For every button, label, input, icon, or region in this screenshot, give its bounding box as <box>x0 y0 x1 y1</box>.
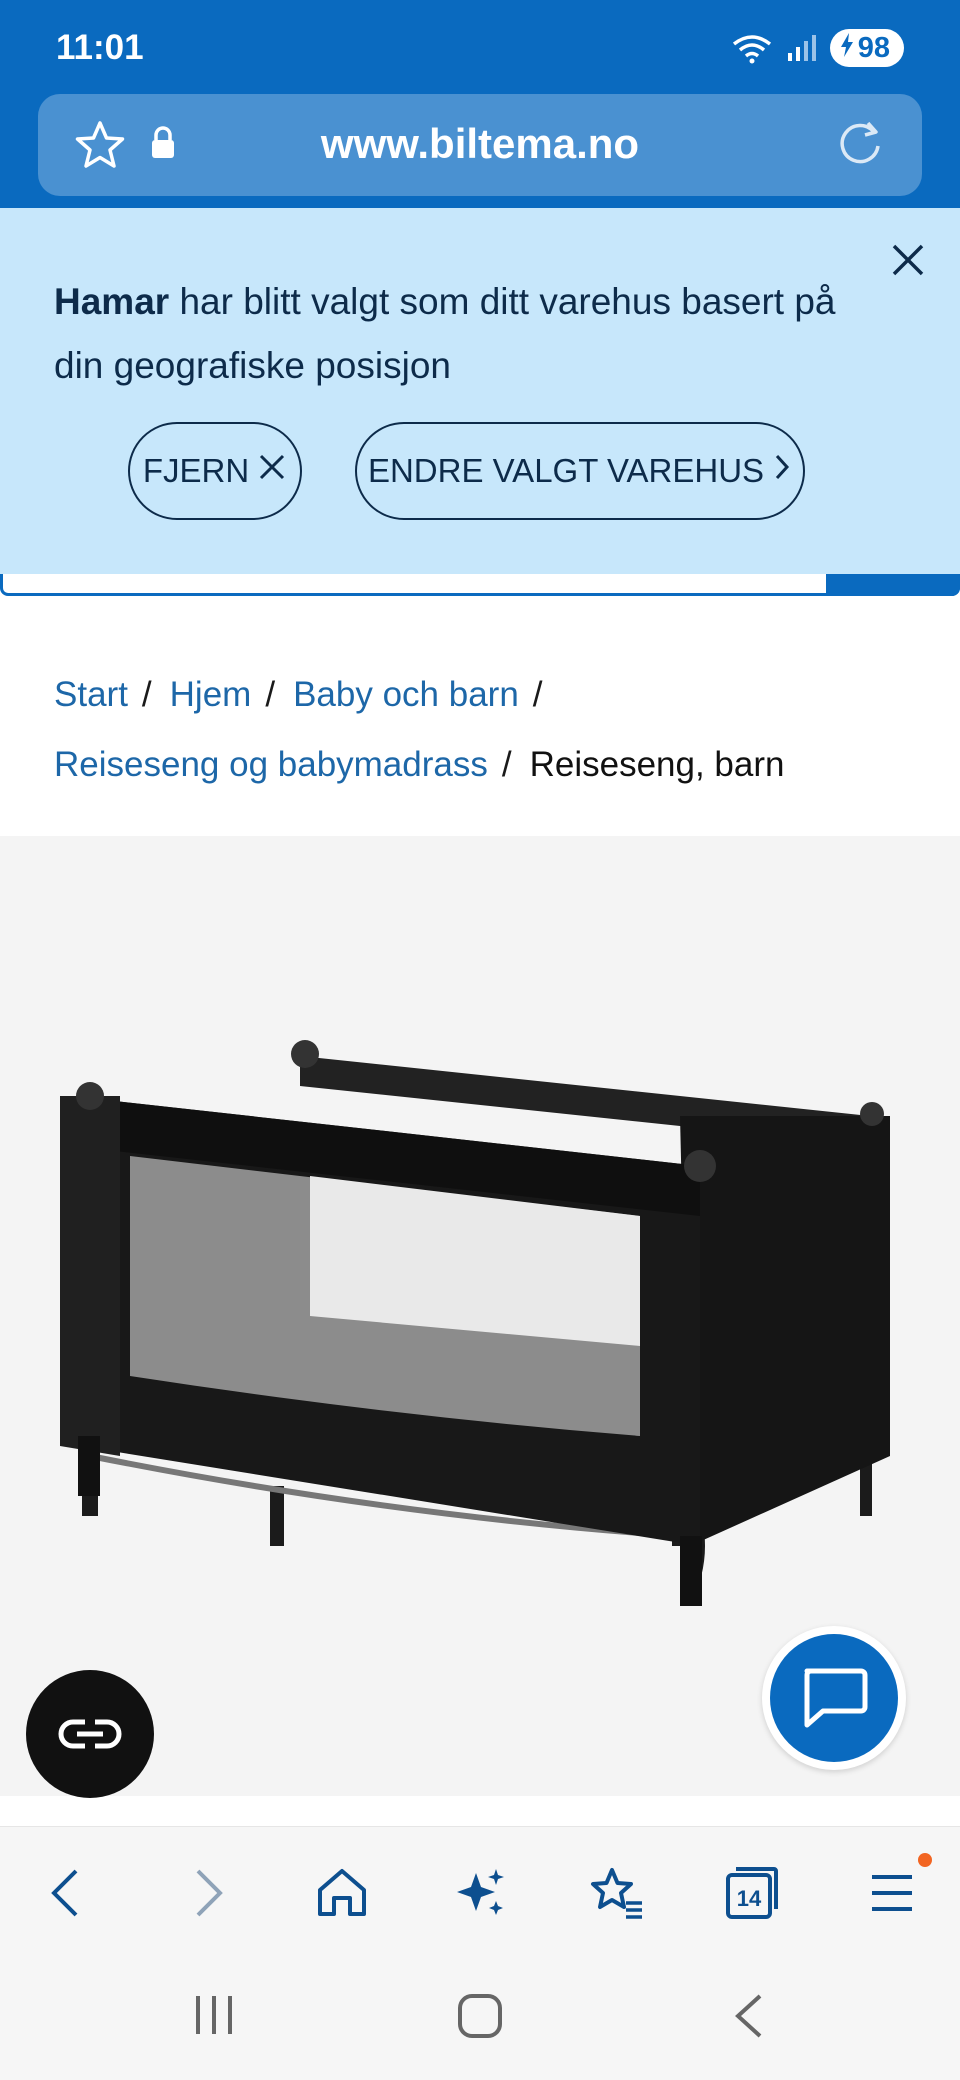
store-name: Hamar <box>54 281 170 322</box>
remove-store-label: FJERN <box>142 452 250 489</box>
breadcrumb-baby[interactable]: Baby och barn <box>293 675 519 714</box>
store-notice-message: har blitt valgt som ditt varehus basert … <box>54 281 836 386</box>
ai-sparkle-icon[interactable] <box>448 1861 512 1925</box>
battery-level: 98 <box>857 31 890 64</box>
search-bar[interactable] <box>0 574 960 596</box>
status-time: 11:01 <box>56 28 144 67</box>
signal-icon <box>786 33 816 63</box>
recent-apps-icon[interactable] <box>192 1992 236 2043</box>
wifi-icon <box>732 32 772 64</box>
charging-icon <box>840 32 854 65</box>
tabs-icon[interactable]: 14 <box>720 1861 784 1925</box>
status-icons: 98 <box>732 28 904 68</box>
breadcrumb-start[interactable]: Start <box>54 675 128 714</box>
forward-icon[interactable] <box>176 1861 240 1925</box>
system-navigation-bar <box>0 1956 960 2080</box>
breadcrumb-separator: / <box>265 675 276 714</box>
notification-dot <box>918 1853 932 1867</box>
close-icon <box>257 452 287 490</box>
breadcrumb-home[interactable]: Hjem <box>170 675 252 714</box>
chat-button[interactable] <box>762 1626 906 1770</box>
home-button-icon[interactable] <box>456 1992 504 2045</box>
home-icon[interactable] <box>310 1861 374 1925</box>
chat-icon <box>770 1634 898 1762</box>
breadcrumb-current: Reiseseng, barn <box>529 745 785 784</box>
store-notice-text: Hamar har blitt valgt som ditt varehus b… <box>54 270 874 398</box>
remove-store-button[interactable]: FJERN <box>128 422 302 520</box>
screen-capture-icon[interactable] <box>26 1670 154 1798</box>
change-store-button[interactable]: ENDRE VALGT VAREHUS <box>355 422 805 520</box>
change-store-label: ENDRE VALGT VAREHUS <box>367 452 765 489</box>
chevron-right-icon <box>772 452 792 490</box>
system-back-icon[interactable] <box>730 1992 766 2045</box>
bookmarks-icon[interactable] <box>584 1861 648 1925</box>
menu-icon[interactable] <box>860 1853 932 1925</box>
breadcrumb: Start / Hjem / Baby och barn / Reiseseng og ba… <box>54 660 934 800</box>
browser-bottom-nav: 14 <box>0 1826 960 1956</box>
breadcrumb-separator: / <box>501 745 512 784</box>
back-icon[interactable] <box>34 1861 98 1925</box>
store-notice-banner: Hamar har blitt valgt som ditt varehus b… <box>0 208 960 574</box>
travel-cot-image <box>60 1040 890 1606</box>
reload-icon[interactable] <box>834 118 886 175</box>
address-bar[interactable]: www.biltema.no <box>38 94 922 196</box>
close-icon[interactable] <box>886 238 930 282</box>
breadcrumb-separator: / <box>532 675 543 714</box>
url-text[interactable]: www.biltema.no <box>38 120 922 168</box>
breadcrumb-separator: / <box>141 675 152 714</box>
breadcrumb-travel-cot[interactable]: Reiseseng og babymadrass <box>54 745 488 784</box>
tabs-count: 14 <box>737 1886 762 1911</box>
battery-indicator: 98 <box>829 29 904 67</box>
search-button[interactable] <box>826 574 960 596</box>
browser-header: 11:01 98 www.biltema.no <box>0 0 960 208</box>
